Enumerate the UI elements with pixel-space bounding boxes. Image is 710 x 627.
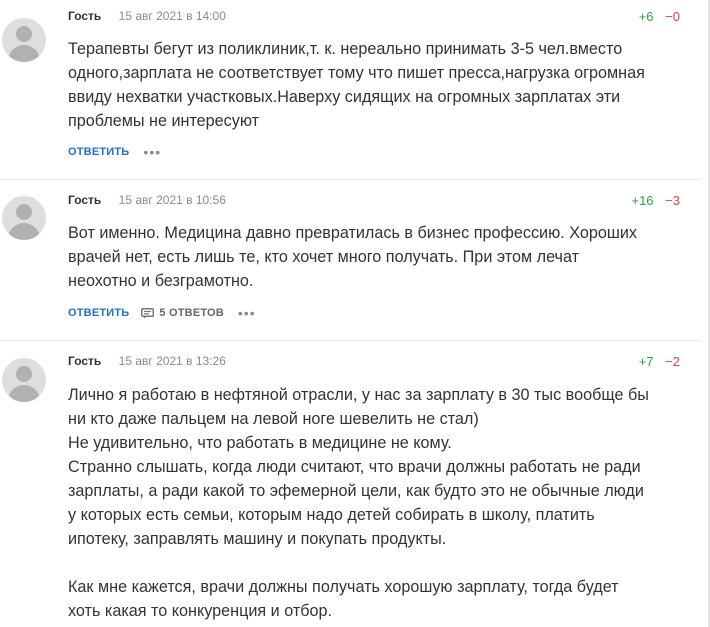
comment: Гость 15 авг 2021 в 14:00 +6 −0 Терапевт… <box>0 0 700 178</box>
comment-meta: Гость 15 авг 2021 в 13:26 <box>68 354 226 368</box>
author-name[interactable]: Гость <box>68 193 101 207</box>
avatar[interactable] <box>2 18 46 62</box>
user-icon <box>16 204 32 220</box>
comment-actions: ответить 5 ответов ••• <box>68 306 256 320</box>
comment-text: Терапевты бегут из поликлиник,т. к. нере… <box>68 40 645 130</box>
comment-actions: ответить ••• <box>68 145 161 159</box>
vote-down-button[interactable]: −0 <box>665 9 680 24</box>
comment: Гость 15 авг 2021 в 13:26 +7 −2 Лично я … <box>0 340 700 627</box>
vote-counts: +16 −3 <box>631 193 680 208</box>
comment-bubble-icon <box>141 307 155 318</box>
comment-text: Лично я работаю в нефтяной отрасли, у на… <box>68 386 649 620</box>
reply-button[interactable]: ответить <box>68 146 129 158</box>
comment-meta: Гость 15 авг 2021 в 10:56 <box>68 193 226 207</box>
vote-counts: +7 −2 <box>639 354 680 369</box>
avatar[interactable] <box>2 196 46 240</box>
comment-text: Вот именно. Медицина давно превратилась … <box>68 224 637 290</box>
comment-meta: Гость 15 авг 2021 в 14:00 <box>68 9 226 23</box>
comment: Гость 15 авг 2021 в 10:56 +16 −3 Вот име… <box>0 179 700 339</box>
comment-time: 15 авг 2021 в 14:00 <box>118 9 226 23</box>
avatar[interactable] <box>2 358 46 402</box>
author-name[interactable]: Гость <box>68 354 101 368</box>
reply-button[interactable]: ответить <box>68 307 129 319</box>
user-icon <box>16 366 32 382</box>
more-options-icon[interactable]: ••• <box>238 306 256 320</box>
show-replies-button[interactable]: 5 ответов <box>141 307 224 319</box>
more-options-icon[interactable]: ••• <box>143 145 161 159</box>
vote-up-button[interactable]: +7 <box>639 354 654 369</box>
comment-time: 15 авг 2021 в 10:56 <box>118 193 226 207</box>
vote-counts: +6 −0 <box>639 9 680 24</box>
user-icon <box>16 26 32 42</box>
vote-up-button[interactable]: +16 <box>631 193 653 208</box>
vote-down-button[interactable]: −3 <box>665 193 680 208</box>
vote-up-button[interactable]: +6 <box>639 9 654 24</box>
author-name[interactable]: Гость <box>68 9 101 23</box>
comment-time: 15 авг 2021 в 13:26 <box>118 354 226 368</box>
replies-count: 5 ответов <box>159 307 224 319</box>
vote-down-button[interactable]: −2 <box>665 354 680 369</box>
